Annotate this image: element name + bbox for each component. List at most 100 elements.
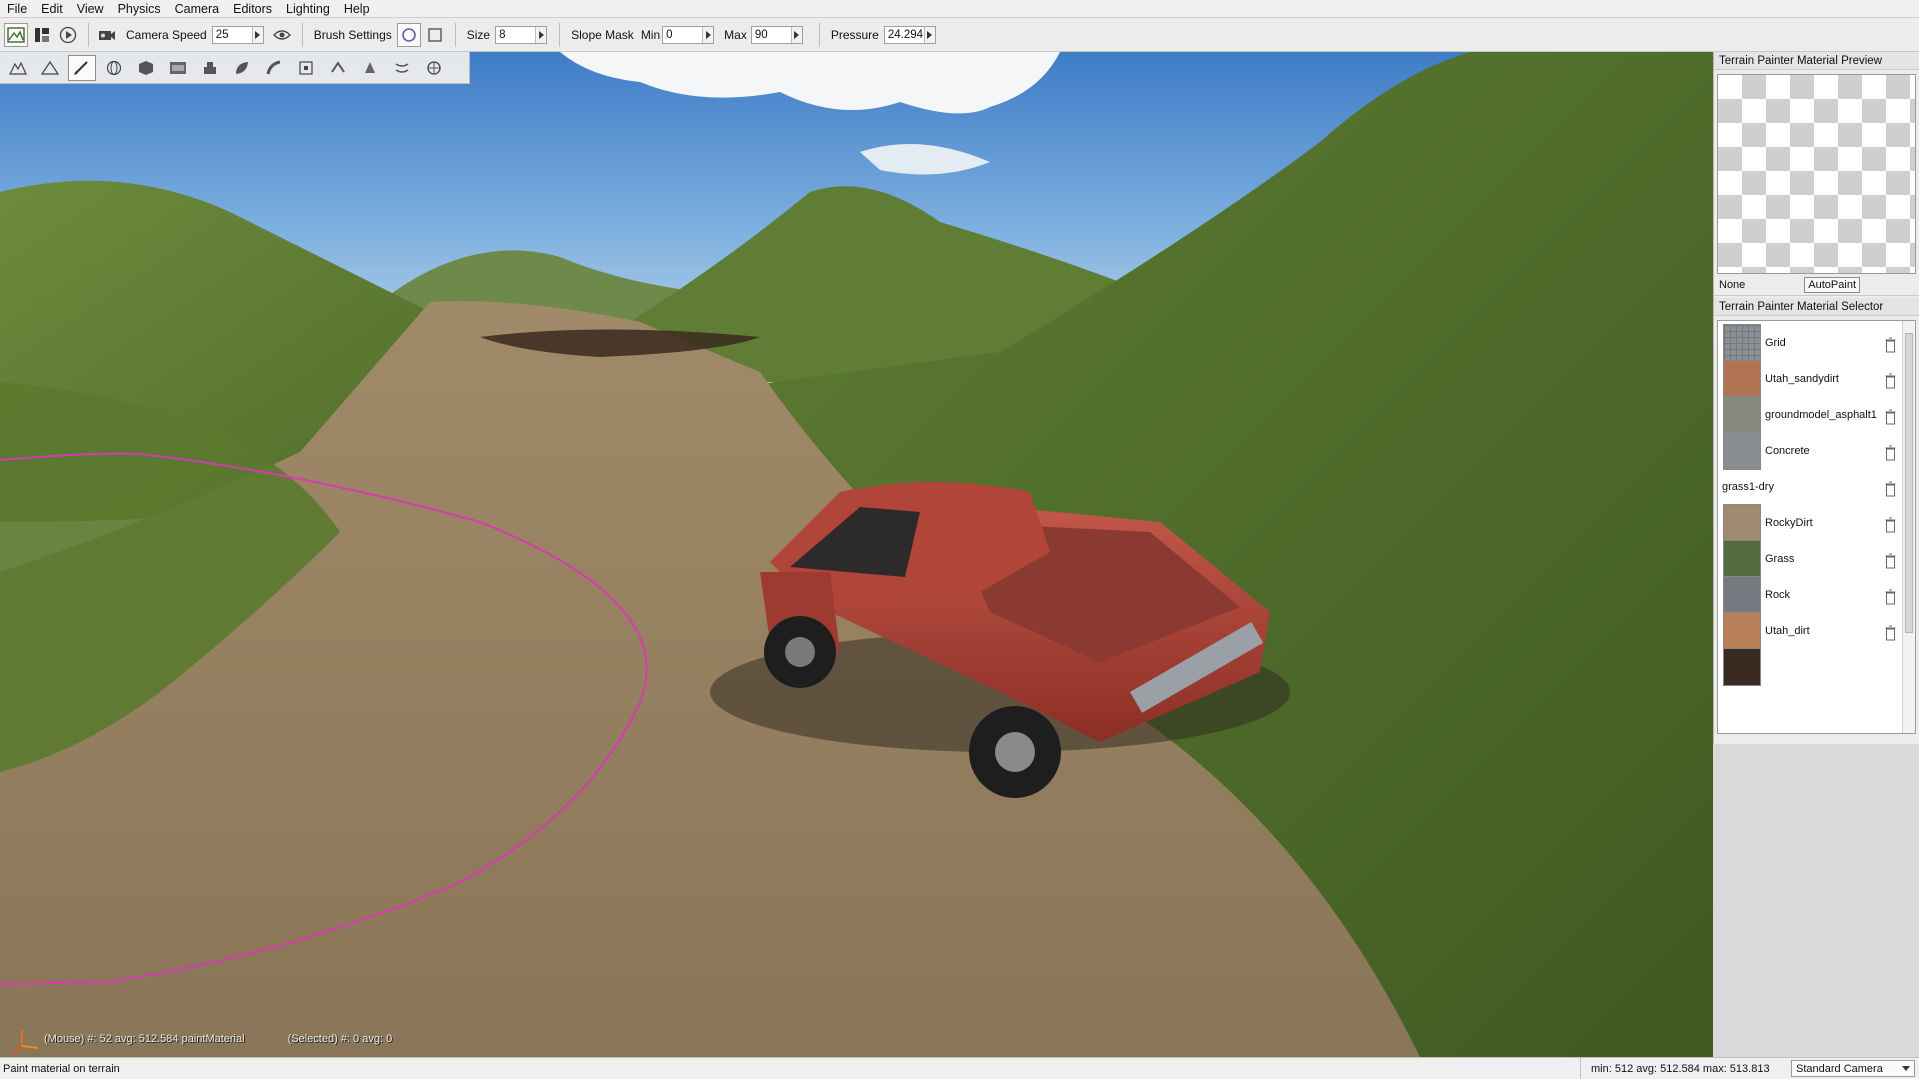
- material-name: Concrete: [1765, 445, 1810, 457]
- pressure-value: 24.294: [887, 28, 924, 41]
- trash-icon[interactable]: [1885, 445, 1896, 461]
- tool-river-button[interactable]: [388, 55, 416, 81]
- camera-button[interactable]: [95, 23, 119, 47]
- status-message: Paint material on terrain: [3, 1062, 120, 1075]
- material-item-partial[interactable]: [1720, 645, 1900, 689]
- tool-select-button[interactable]: [4, 55, 32, 81]
- camera-mode-select[interactable]: Standard Camera: [1791, 1060, 1915, 1077]
- slope-max-field[interactable]: 90: [750, 25, 803, 44]
- tool-globe-button[interactable]: [100, 55, 128, 81]
- menu-view[interactable]: View: [70, 0, 111, 18]
- terrain-raise-icon: [41, 60, 59, 75]
- slope-min-value: 0: [666, 28, 673, 41]
- transform-icon: [299, 60, 313, 75]
- material-name: Grid: [1765, 337, 1786, 349]
- right-panel: Terrain Painter Material Preview None Au…: [1713, 52, 1919, 744]
- material-name: RockyDirt: [1765, 517, 1813, 529]
- circle-brush-icon: [401, 27, 416, 42]
- slope-max-value: 90: [754, 28, 768, 41]
- terrain-scene: [0, 52, 1713, 1057]
- world-editor-icon: [7, 26, 25, 43]
- tool-heightmap-button[interactable]: [164, 55, 192, 81]
- menu-physics[interactable]: Physics: [111, 0, 168, 18]
- menu-edit[interactable]: Edit: [34, 0, 70, 18]
- tool-road-button[interactable]: [260, 55, 288, 81]
- size-value: 8: [499, 28, 506, 41]
- material-list[interactable]: Grid Utah_sandydirt groundmodel_asphalt1…: [1717, 320, 1916, 734]
- gui-editor-button[interactable]: [30, 23, 54, 47]
- river-icon: [395, 62, 409, 73]
- size-arrow[interactable]: [535, 26, 547, 43]
- visibility-button[interactable]: [270, 23, 294, 47]
- material-list-scrollbar[interactable]: [1902, 321, 1915, 733]
- camera-speed-label: Camera Speed: [126, 27, 207, 42]
- terrain-stats: min: 512 avg: 512.584 max: 513.813: [1580, 1057, 1785, 1079]
- cube-icon: [139, 60, 153, 75]
- pressure-label: Pressure: [830, 27, 879, 42]
- trash-icon[interactable]: [1885, 553, 1896, 569]
- paint-brush-icon: [74, 60, 88, 75]
- box-brush-icon: [428, 27, 442, 42]
- brush-settings-label: Brush Settings: [313, 27, 392, 42]
- trash-icon[interactable]: [1885, 625, 1896, 641]
- trash-icon[interactable]: [1885, 517, 1896, 533]
- slope-max-label: Max: [724, 27, 747, 42]
- play-icon: [59, 26, 77, 43]
- truck-wheel-hub: [785, 637, 815, 667]
- menu-lighting[interactable]: Lighting: [279, 0, 337, 18]
- toolbar-separator: [301, 22, 303, 47]
- trash-icon[interactable]: [1885, 589, 1896, 605]
- status-bar: Paint material on terrain min: 512 avg: …: [0, 1057, 1919, 1079]
- tool-mesh-road-button[interactable]: [324, 55, 352, 81]
- toolbar-separator: [559, 22, 561, 47]
- material-name: Grass: [1765, 553, 1795, 565]
- toolbar-separator: [454, 22, 456, 47]
- decal-icon: [365, 61, 375, 73]
- scrollbar-thumb[interactable]: [1905, 333, 1913, 633]
- brush-box-button[interactable]: [423, 23, 447, 47]
- toolbar-separator: [88, 22, 89, 47]
- arrow-right-icon: [705, 30, 711, 39]
- truck-wheel-hub: [995, 732, 1035, 772]
- arrow-right-icon: [794, 30, 800, 39]
- pressure-arrow[interactable]: [923, 26, 935, 43]
- menu-file[interactable]: File: [0, 0, 34, 18]
- size-field[interactable]: 8: [495, 25, 548, 44]
- trash-icon[interactable]: [1885, 409, 1896, 425]
- camera-speed-arrow[interactable]: [251, 26, 263, 43]
- tool-cube-button[interactable]: [132, 55, 160, 81]
- camera-speed-field[interactable]: 25: [211, 25, 264, 44]
- tool-physics-button[interactable]: [420, 55, 448, 81]
- play-game-button[interactable]: [56, 23, 80, 47]
- tool-decal-button[interactable]: [356, 55, 384, 81]
- arrow-right-icon: [927, 30, 933, 39]
- slope-max-arrow[interactable]: [790, 26, 802, 43]
- pressure-field[interactable]: 24.294: [883, 25, 936, 44]
- material-name: grass1-dry: [1722, 481, 1774, 493]
- slope-min-arrow[interactable]: [702, 26, 714, 43]
- selected-material-name: None: [1719, 278, 1746, 291]
- menu-editors[interactable]: Editors: [226, 0, 279, 18]
- tool-prefab-button[interactable]: [196, 55, 224, 81]
- gui-editor-icon: [35, 27, 49, 42]
- mesh-road-icon: [331, 60, 345, 73]
- prefab-icon: [204, 61, 216, 74]
- tool-transform-button[interactable]: [292, 55, 320, 81]
- trash-icon[interactable]: [1885, 373, 1896, 389]
- 3d-viewport[interactable]: [0, 52, 1713, 1057]
- globe-icon: [106, 60, 122, 75]
- tool-raise-button[interactable]: [36, 55, 64, 81]
- tool-forest-button[interactable]: [228, 55, 256, 81]
- trash-icon[interactable]: [1885, 481, 1896, 497]
- world-editor-button[interactable]: [4, 22, 28, 47]
- brush-circle-button[interactable]: [396, 22, 421, 47]
- slope-min-field[interactable]: 0: [662, 25, 715, 44]
- trash-icon[interactable]: [1885, 337, 1896, 353]
- menu-camera[interactable]: Camera: [168, 0, 226, 18]
- camera-icon: [99, 30, 115, 40]
- menu-bar: File Edit View Physics Camera Editors Li…: [0, 0, 1919, 18]
- menu-help[interactable]: Help: [337, 0, 377, 18]
- tool-paint-button[interactable]: [68, 54, 96, 81]
- arrow-right-icon: [255, 30, 261, 39]
- autopaint-button[interactable]: AutoPaint: [1804, 276, 1860, 293]
